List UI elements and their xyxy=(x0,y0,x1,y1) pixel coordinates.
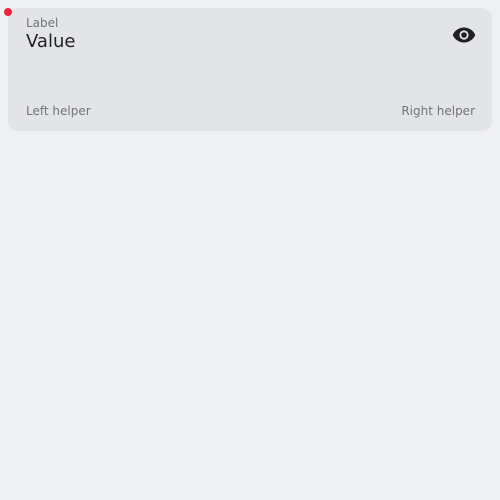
field-label: Label xyxy=(26,16,59,30)
helper-right: Right helper xyxy=(401,104,475,118)
text-field[interactable]: Label Value Left helper Right helper xyxy=(8,8,492,131)
helper-left: Left helper xyxy=(26,104,91,118)
page: Label Value Left helper Right helper xyxy=(0,0,500,500)
eye-icon[interactable] xyxy=(452,26,476,44)
eye-icon-svg xyxy=(452,27,476,43)
field-value[interactable]: Value xyxy=(26,31,75,53)
required-indicator-dot xyxy=(4,8,12,16)
